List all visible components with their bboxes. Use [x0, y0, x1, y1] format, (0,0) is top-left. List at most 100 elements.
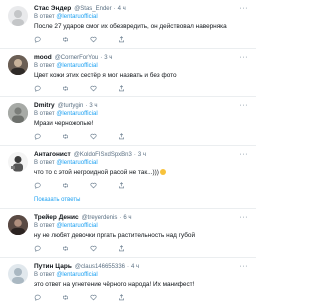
reply-prefix: В ответ	[34, 272, 55, 278]
reply-feed: Стас Эндер @Stas_Ender · 4 ч В ответ @le…	[0, 0, 256, 300]
timestamp[interactable]: 4 ч	[131, 263, 139, 271]
heart-icon	[90, 133, 97, 140]
avatar[interactable]	[8, 152, 28, 172]
author-handle[interactable]: @claus146655336	[75, 263, 125, 271]
reply-to-link[interactable]: @lentaruofficial	[56, 160, 97, 166]
avatar[interactable]	[8, 103, 28, 123]
avatar[interactable]	[8, 55, 28, 75]
retweet-button[interactable]	[62, 35, 90, 45]
separator-dot: ·	[134, 151, 136, 159]
avatar[interactable]	[8, 215, 28, 235]
more-options-icon[interactable]: ···	[240, 215, 249, 221]
retweet-icon	[62, 182, 69, 189]
reply-button[interactable]	[34, 244, 62, 254]
share-icon	[118, 294, 125, 301]
tweet-text: это ответ на угнетение чёрного народа! И…	[34, 281, 248, 290]
heart-icon	[90, 36, 97, 43]
tweet-text: что то с этой негроидной расой не так...…	[34, 169, 248, 178]
author-handle[interactable]: @Stas_Ender	[74, 5, 111, 13]
reply-button[interactable]	[34, 292, 62, 302]
tweet-text: После 27 ударов смог их обезвредить, он …	[34, 23, 248, 32]
like-button[interactable]	[90, 244, 118, 254]
reply-context: В ответ @lentaruofficial	[34, 62, 248, 70]
timestamp[interactable]: 4 ч	[118, 5, 126, 13]
action-bar	[34, 292, 248, 302]
retweet-button[interactable]	[62, 244, 90, 254]
more-options-icon[interactable]: ···	[240, 55, 249, 61]
retweet-button[interactable]	[62, 180, 90, 190]
retweet-icon	[62, 85, 69, 92]
reply-context: В ответ @lentaruofficial	[34, 110, 248, 118]
reply-icon	[34, 294, 41, 301]
author-handle[interactable]: @CornerForYou	[55, 54, 99, 62]
reply-to-link[interactable]: @lentaruofficial	[56, 14, 97, 20]
reply-to-link[interactable]: @lentaruofficial	[56, 63, 97, 69]
reply-context: В ответ @lentaruofficial	[34, 271, 248, 279]
reply-to-link[interactable]: @lentaruofficial	[56, 111, 97, 117]
action-bar	[34, 83, 248, 93]
reply-to-link[interactable]: @lentaruofficial	[56, 272, 97, 278]
tweet-text: Мрази черножопые!	[34, 120, 248, 129]
share-button[interactable]	[118, 132, 146, 142]
reply-icon	[34, 133, 41, 140]
reply-context: В ответ @lentaruofficial	[34, 222, 248, 230]
author-handle[interactable]: @treyerdenis	[82, 214, 118, 222]
like-button[interactable]	[90, 132, 118, 142]
reply-tweet[interactable]: mood @CornerForYou · 3 ч В ответ @lentar…	[0, 49, 256, 98]
author-name[interactable]: Стас Эндер	[34, 5, 71, 13]
share-button[interactable]	[118, 244, 146, 254]
reply-button[interactable]	[34, 180, 62, 190]
reply-icon	[34, 36, 41, 43]
timestamp[interactable]: 3 ч	[104, 54, 112, 62]
reply-button[interactable]	[34, 132, 62, 142]
more-options-icon[interactable]: ···	[240, 152, 249, 158]
author-name[interactable]: mood	[34, 54, 52, 62]
author-handle[interactable]: @turtygin	[58, 102, 84, 110]
reply-icon	[34, 85, 41, 92]
retweet-button[interactable]	[62, 132, 90, 142]
more-options-icon[interactable]: ···	[240, 103, 249, 109]
retweet-icon	[62, 294, 69, 301]
reply-tweet[interactable]: Стас Эндер @Stas_Ender · 4 ч В ответ @le…	[0, 0, 256, 49]
reply-tweet[interactable]: Dmitry @turtygin · 3 ч В ответ @lentaruo…	[0, 97, 256, 146]
timestamp[interactable]: 6 ч	[123, 214, 131, 222]
action-bar	[34, 132, 248, 142]
show-replies-link[interactable]: Показать ответы	[0, 193, 256, 209]
reply-to-link[interactable]: @lentaruofficial	[56, 223, 97, 229]
author-name[interactable]: Путин Царь	[34, 263, 72, 271]
timestamp[interactable]: 3 ч	[89, 102, 97, 110]
share-button[interactable]	[118, 180, 146, 190]
retweet-button[interactable]	[62, 292, 90, 302]
like-button[interactable]	[90, 35, 118, 45]
share-icon	[118, 133, 125, 140]
retweet-icon	[62, 133, 69, 140]
more-options-icon[interactable]: ···	[240, 6, 249, 12]
reply-tweet[interactable]: Антагонист @KoldoFISxdSpxBn3 · 3 ч В отв…	[0, 146, 256, 194]
reply-context: В ответ @lentaruofficial	[34, 159, 248, 167]
reply-button[interactable]	[34, 35, 62, 45]
author-name[interactable]: Трейер Денис	[34, 214, 79, 222]
timestamp[interactable]: 3 ч	[138, 151, 146, 159]
separator-dot: ·	[85, 102, 87, 110]
like-button[interactable]	[90, 83, 118, 93]
reply-icon	[34, 182, 41, 189]
action-bar	[34, 244, 248, 254]
share-button[interactable]	[118, 83, 146, 93]
avatar[interactable]	[8, 6, 28, 26]
reply-button[interactable]	[34, 83, 62, 93]
retweet-button[interactable]	[62, 83, 90, 93]
share-button[interactable]	[118, 35, 146, 45]
heart-icon	[90, 294, 97, 301]
share-button[interactable]	[118, 292, 146, 302]
reply-tweet[interactable]: Путин Царь @claus146655336 · 4 ч В ответ…	[0, 258, 256, 305]
author-handle[interactable]: @KoldoFISxdSpxBn3	[74, 151, 132, 159]
avatar[interactable]	[8, 264, 28, 284]
author-name[interactable]: Антагонист	[34, 151, 71, 159]
reply-tweet[interactable]: Трейер Денис @treyerdenis · 6 ч В ответ …	[0, 209, 256, 258]
separator-dot: ·	[127, 263, 129, 271]
author-name[interactable]: Dmitry	[34, 102, 55, 110]
like-button[interactable]	[90, 180, 118, 190]
like-button[interactable]	[90, 292, 118, 302]
more-options-icon[interactable]: ···	[240, 264, 249, 270]
separator-dot: ·	[119, 214, 121, 222]
